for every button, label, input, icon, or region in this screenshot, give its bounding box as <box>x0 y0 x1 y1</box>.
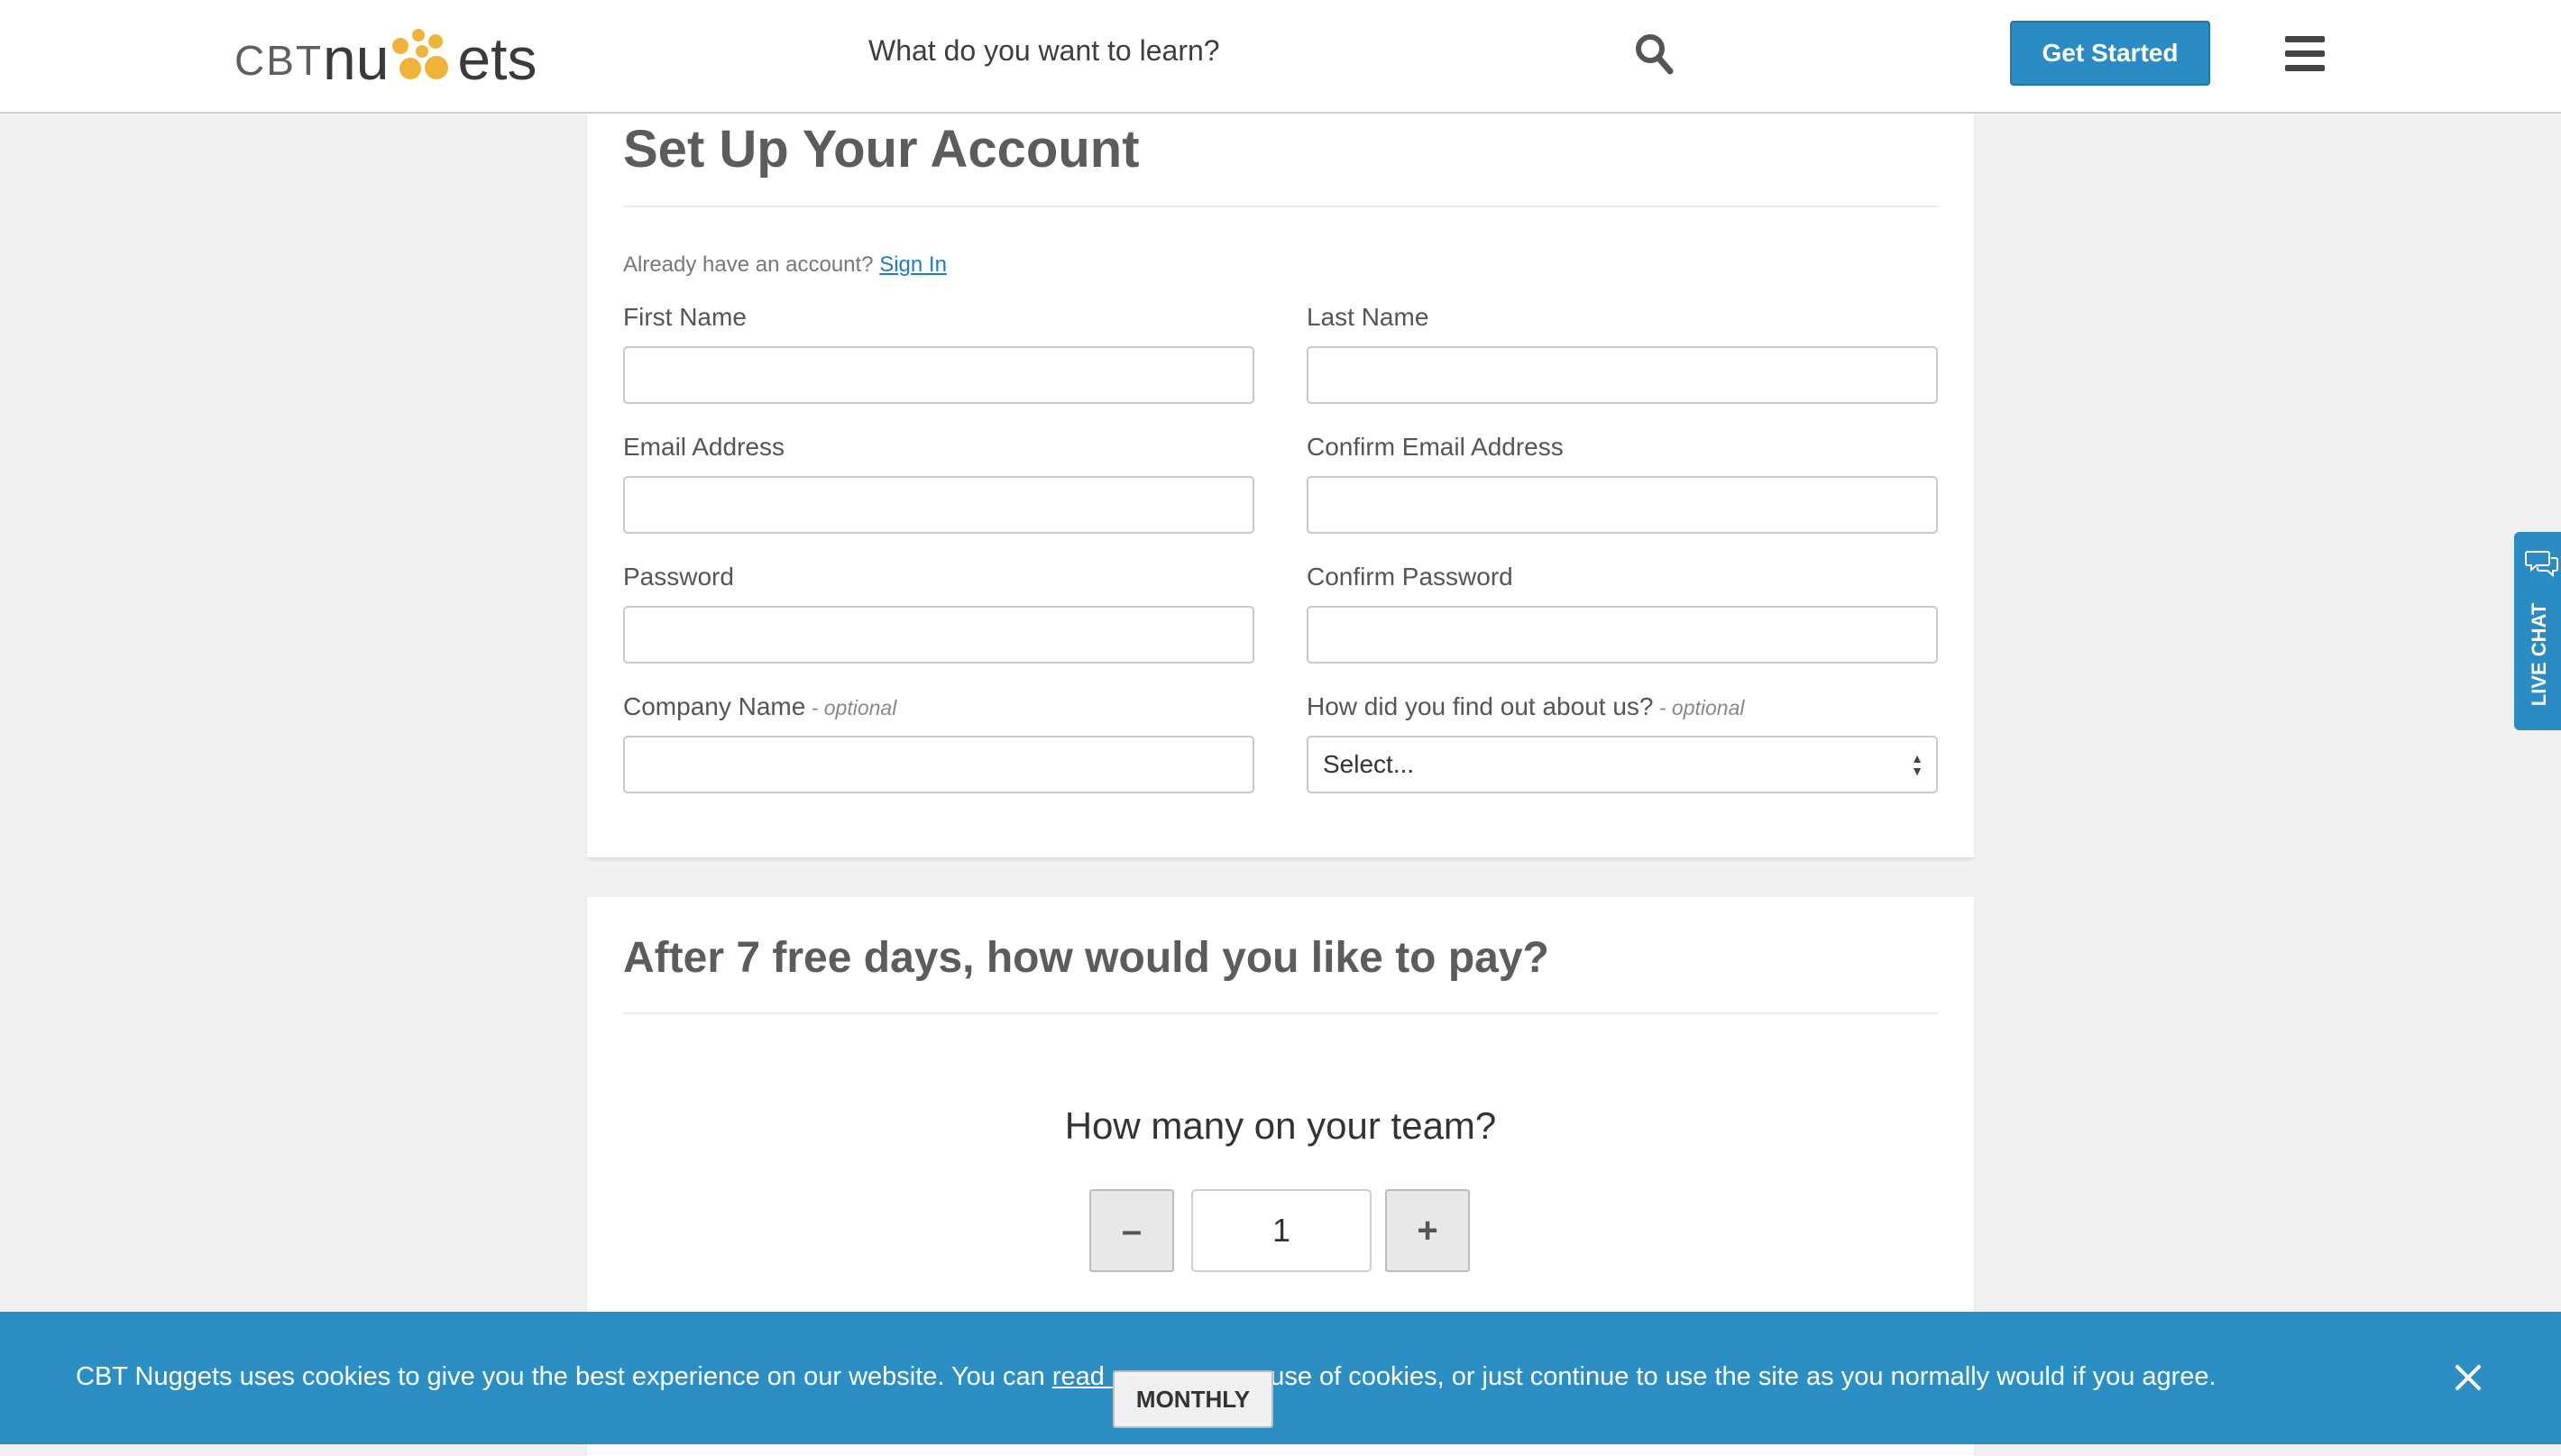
confirm-password-label: Confirm Password <box>1307 563 1513 591</box>
optional-hint: - optional <box>1653 696 1745 719</box>
payment-section-title: After 7 free days, how would you like to… <box>623 934 1549 982</box>
increase-team-button[interactable]: + <box>1385 1189 1470 1272</box>
confirm-email-field[interactable] <box>1307 476 1938 534</box>
last-name-field[interactable] <box>1307 346 1938 404</box>
password-field[interactable] <box>623 606 1254 664</box>
how-found-label: How did you find out about us? - optiona… <box>1307 692 1745 721</box>
team-size-stepper[interactable]: 1 <box>1191 1189 1372 1272</box>
site-header: CBT nu ets What do you want to learn? Ge… <box>0 0 2561 114</box>
password-label: Password <box>623 563 734 591</box>
cookie-consent-bar: CBT Nuggets uses cookies to give you the… <box>0 1312 2561 1444</box>
company-name-label: Company Name - optional <box>623 692 896 721</box>
close-icon[interactable] <box>2453 1362 2483 1393</box>
confirm-password-field[interactable] <box>1307 606 1938 664</box>
account-section-title: Set Up Your Account <box>623 120 1140 179</box>
chat-bubbles-icon <box>2525 551 2558 578</box>
cbt-nuggets-logo[interactable]: CBT nu ets <box>234 18 537 90</box>
logo-ets-text: ets <box>457 25 537 92</box>
select-arrows-icon: ▲ ▼ <box>1911 751 1923 778</box>
company-label-text: Company Name <box>623 692 806 720</box>
email-field[interactable] <box>623 476 1254 534</box>
account-setup-card: Set Up Your Account Already have an acco… <box>587 114 1974 857</box>
live-chat-tab[interactable]: LIVE CHAT <box>2514 532 2561 730</box>
how-found-selected-value: Select... <box>1323 750 1415 778</box>
how-found-select[interactable]: Select... ▲ ▼ <box>1307 736 1938 793</box>
team-size-question: How many on your team? <box>1064 1104 1497 1147</box>
search-input[interactable]: What do you want to learn? <box>868 34 1220 68</box>
last-name-label: Last Name <box>1307 303 1429 331</box>
first-name-field[interactable] <box>623 346 1254 404</box>
monthly-billing-button[interactable]: MONTHLY <box>1113 1370 1273 1428</box>
divider <box>623 206 1938 207</box>
already-text: Already have an account? <box>623 252 880 277</box>
logo-nu-text: nu <box>323 25 390 92</box>
logo-cbt-text: CBT <box>234 37 323 84</box>
search-icon[interactable] <box>1634 32 1674 76</box>
cookie-text-start: CBT Nuggets uses cookies to give you the… <box>76 1362 1052 1391</box>
logo-nugget-dots-icon <box>389 29 457 85</box>
email-label: Email Address <box>623 433 785 461</box>
cookie-text-end: use of cookies, or just continue to use … <box>1270 1362 2217 1391</box>
confirm-email-label: Confirm Email Address <box>1307 433 1564 461</box>
decrease-team-button[interactable]: – <box>1089 1189 1174 1272</box>
hamburger-menu-icon[interactable] <box>2285 36 2325 72</box>
divider <box>623 1012 1938 1014</box>
get-started-button[interactable]: Get Started <box>2010 21 2210 86</box>
live-chat-label: LIVE CHAT <box>2528 602 2550 707</box>
sign-in-link[interactable]: Sign In <box>879 252 947 277</box>
already-have-account-text: Already have an account? Sign In <box>623 252 947 278</box>
first-name-label: First Name <box>623 303 747 331</box>
how-found-label-text: How did you find out about us? <box>1307 692 1654 720</box>
optional-hint: - optional <box>805 696 897 719</box>
company-name-field[interactable] <box>623 736 1254 793</box>
